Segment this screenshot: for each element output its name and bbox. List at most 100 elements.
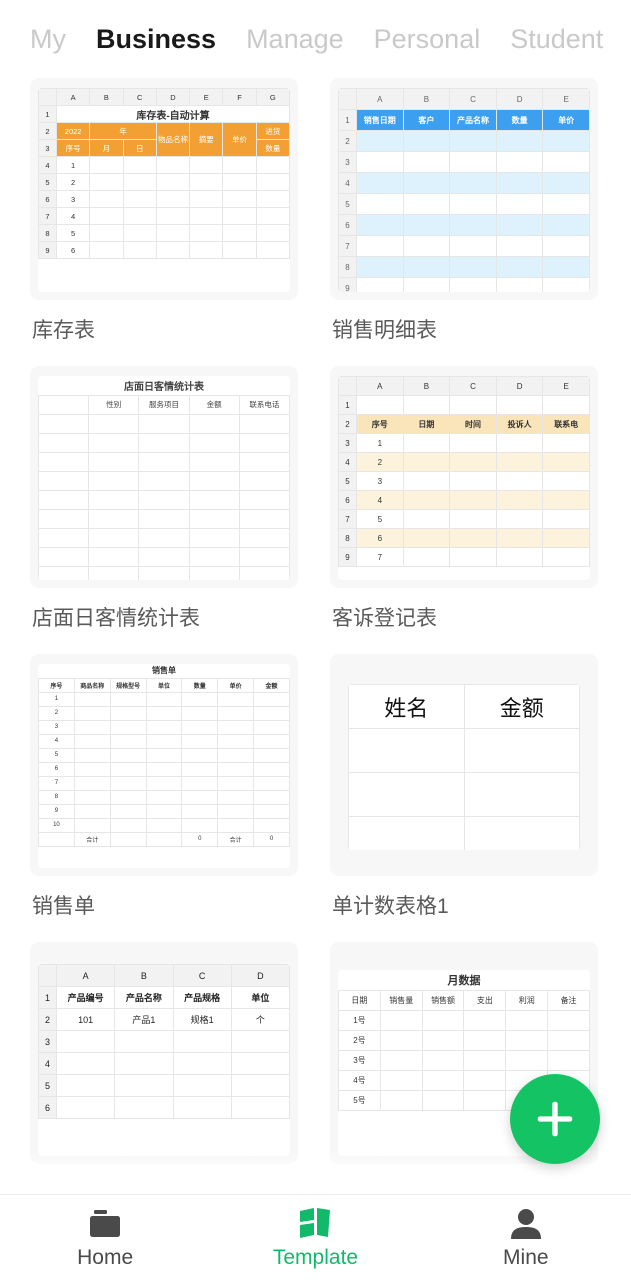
cell: [172, 1052, 232, 1075]
hdr-service: 服务项目: [138, 394, 190, 415]
template-item-store-daily[interactable]: 店面日客情统计表 性别 服务项目 金额 联系电话 店面日客情统计表: [30, 366, 298, 654]
row-num: 5: [38, 173, 57, 191]
hdr-seq: 序号: [38, 677, 75, 693]
cell: [145, 747, 183, 763]
cell: [253, 803, 290, 819]
cell: [495, 471, 544, 491]
template-preview-product[interactable]: A B C D 1 产品编号 产品名称 产品规格 单位 2 101 产品1 规格…: [30, 942, 298, 1164]
template-preview-inventory[interactable]: A B C D E F G 1 库存表-自动计算 2 2022 年 物品名称 摘…: [30, 78, 298, 300]
cell: [155, 173, 191, 191]
template-preview-store-daily[interactable]: 店面日客情统计表 性别 服务项目 金额 联系电话: [30, 366, 298, 588]
add-button[interactable]: [510, 1074, 600, 1164]
cell: [495, 256, 544, 278]
cell: [495, 151, 544, 173]
cell: [238, 432, 290, 453]
cell: [230, 1096, 290, 1119]
cell: [188, 432, 240, 453]
nav-item-home[interactable]: Home: [0, 1205, 210, 1270]
tab-personal[interactable]: Personal: [374, 24, 481, 55]
hdr-month: 月: [89, 139, 124, 157]
cell-seq: 1: [38, 691, 75, 707]
cell: [253, 733, 290, 749]
cell: [253, 691, 290, 707]
cell: [38, 432, 90, 453]
template-title: 销售单: [32, 895, 95, 918]
cell-day: 2号: [338, 1029, 381, 1051]
cell: [188, 470, 240, 491]
cell: [505, 1009, 549, 1031]
cell: [181, 789, 219, 805]
hdr-day: 日: [122, 139, 157, 157]
cell: [547, 1029, 590, 1051]
tab-student[interactable]: Student: [510, 24, 603, 55]
template-item-sales-detail[interactable]: A B C D E 1 销售日期 客户 产品名称 数量 单价 2 3 4 5 6…: [330, 78, 598, 366]
cell: [122, 224, 157, 242]
nav-item-template[interactable]: Template: [210, 1205, 420, 1270]
cell: [356, 214, 404, 236]
cell: [542, 151, 590, 173]
template-preview-sales-detail[interactable]: A B C D E 1 销售日期 客户 产品名称 数量 单价 2 3 4 5 6…: [330, 78, 598, 300]
cell: [145, 719, 183, 735]
cell: [402, 528, 451, 548]
cell: [449, 490, 497, 510]
cell: [73, 761, 111, 777]
plus-icon: [537, 1101, 573, 1137]
template-preview-single-count[interactable]: 姓名 金额: [330, 654, 598, 876]
tab-business[interactable]: Business: [96, 24, 216, 55]
template-title: 销售明细表: [332, 319, 437, 342]
cell: [449, 528, 497, 548]
footer-amount-total: 0: [253, 831, 290, 847]
cell: [238, 546, 290, 567]
cell: [109, 817, 147, 833]
cell: [463, 728, 580, 773]
cell: [253, 817, 290, 833]
col-c: C: [449, 88, 497, 110]
cell: [402, 277, 451, 292]
cell: [138, 565, 190, 580]
row-num: 2: [38, 1008, 57, 1031]
nav-item-mine[interactable]: Mine: [421, 1205, 631, 1270]
template-item-inventory[interactable]: A B C D E F G 1 库存表-自动计算 2 2022 年 物品名称 摘…: [30, 78, 298, 366]
cell: [155, 190, 191, 208]
cell: [402, 471, 451, 491]
hdr-goods-name: 商品名称: [73, 677, 111, 693]
cell: [138, 527, 190, 548]
hdr-month-group: 年: [89, 122, 157, 140]
row-num: 3: [338, 433, 357, 453]
select-all-corner[interactable]: [38, 964, 57, 987]
cell: [109, 705, 147, 721]
cell-name: 产品1: [114, 1008, 174, 1031]
cell: [449, 509, 497, 529]
cell: [73, 817, 111, 833]
hdr-sales-amount: 销售额: [421, 989, 465, 1011]
cell: [542, 490, 590, 510]
cell: [449, 547, 497, 567]
cell: [88, 413, 140, 434]
cell: [356, 235, 404, 257]
col-f: F: [222, 88, 257, 106]
row-num: 1: [338, 109, 357, 131]
template-icon: [298, 1205, 332, 1239]
tab-my[interactable]: My: [30, 24, 66, 55]
hdr-spec: 规格型号: [109, 677, 147, 693]
cell: [238, 470, 290, 491]
cell: [222, 173, 257, 191]
template-item-sales-order[interactable]: 销售单 序号 商品名称 规格型号 单位 数量 单价 金额 1 2 3 4 5 6…: [30, 654, 298, 942]
template-item-single-count[interactable]: 姓名 金额 单计数表格1: [330, 654, 598, 942]
cell: [89, 156, 124, 174]
col-a: A: [55, 964, 116, 987]
cell: [88, 432, 140, 453]
cell: [255, 241, 290, 259]
template-item-complaint[interactable]: A B C D E 1 2 序号 日期 时间 投诉人 联系电 3 1 4 2 5…: [330, 366, 598, 654]
cell: [222, 207, 257, 225]
tab-manage[interactable]: Manage: [246, 24, 344, 55]
hdr-year: 2022: [55, 122, 91, 140]
cell: [73, 789, 111, 805]
template-preview-sales-order[interactable]: 销售单 序号 商品名称 规格型号 单位 数量 单价 金额 1 2 3 4 5 6…: [30, 654, 298, 876]
hdr-complainant: 投诉人: [495, 414, 544, 434]
cell: [230, 1052, 290, 1075]
cell: [114, 1030, 174, 1053]
template-preview-complaint[interactable]: A B C D E 1 2 序号 日期 时间 投诉人 联系电 3 1 4 2 5…: [330, 366, 598, 588]
row-num: 8: [338, 256, 357, 278]
nav-label-mine: Mine: [503, 1246, 549, 1269]
